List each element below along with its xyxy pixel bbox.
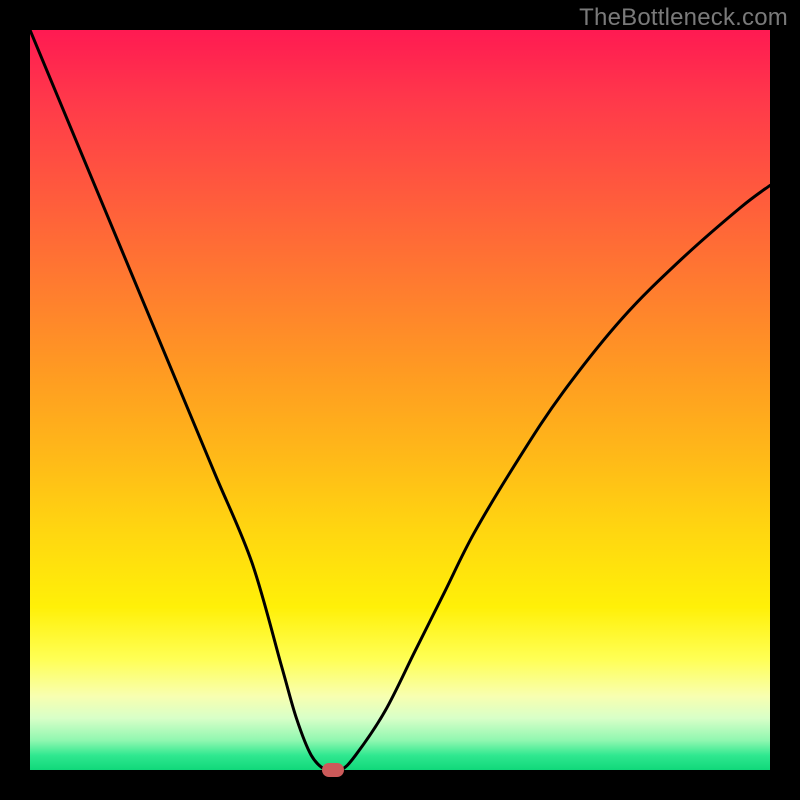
chart-frame: TheBottleneck.com [0,0,800,800]
watermark-text: TheBottleneck.com [579,4,788,32]
minimum-marker [322,763,344,777]
bottleneck-curve [30,30,770,770]
plot-area [30,30,770,770]
